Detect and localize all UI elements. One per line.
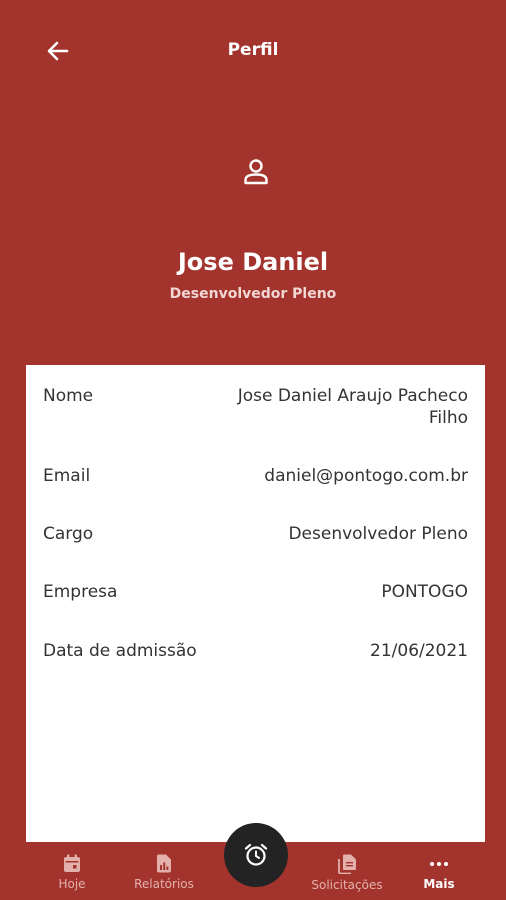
calendar-icon bbox=[64, 854, 80, 872]
detail-row-email: Email daniel@pontogo.com.br bbox=[43, 465, 468, 487]
documents-icon bbox=[337, 854, 356, 874]
detail-row-data-admissao: Data de admissão 21/06/2021 bbox=[43, 640, 468, 662]
detail-label: Cargo bbox=[43, 524, 94, 544]
avatar bbox=[240, 156, 272, 188]
detail-label: Empresa bbox=[43, 582, 118, 602]
detail-label: Email bbox=[43, 466, 91, 486]
detail-value: Jose Daniel Araujo Pacheco Filho bbox=[237, 386, 468, 428]
profile-name: Jose Daniel bbox=[177, 248, 329, 276]
nav-label: Solicitações bbox=[311, 878, 383, 892]
nav-item-mais[interactable]: Mais bbox=[394, 854, 484, 898]
detail-row-cargo: Cargo Desenvolvedor Pleno bbox=[43, 523, 468, 545]
detail-row-nome: Nome Jose Daniel Araujo Pacheco Filho bbox=[43, 385, 468, 429]
detail-label: Nome bbox=[43, 386, 94, 406]
nav-label: Hoje bbox=[58, 877, 86, 891]
report-icon bbox=[157, 854, 171, 873]
nav-label: Mais bbox=[423, 877, 455, 891]
detail-label: Data de admissão bbox=[43, 641, 197, 661]
nav-label: Relatórios bbox=[134, 877, 194, 891]
more-icon bbox=[430, 862, 448, 866]
page-title: Perfil bbox=[227, 40, 279, 60]
detail-value: daniel@pontogo.com.br bbox=[264, 466, 468, 486]
detail-row-empresa: Empresa PONTOGO bbox=[43, 581, 468, 603]
detail-value: 21/06/2021 bbox=[370, 641, 468, 661]
nav-item-relatorios[interactable]: Relatórios bbox=[119, 854, 209, 898]
person-icon bbox=[244, 159, 268, 185]
nav-item-hoje[interactable]: Hoje bbox=[27, 854, 117, 898]
app-bar: Perfil bbox=[0, 0, 506, 100]
detail-value: Desenvolvedor Pleno bbox=[288, 524, 468, 544]
clock-in-fab[interactable] bbox=[224, 823, 288, 887]
detail-value: PONTOGO bbox=[381, 582, 468, 602]
profile-role: Desenvolvedor Pleno bbox=[169, 286, 337, 302]
profile-details-card: Nome Jose Daniel Araujo Pacheco Filho Em… bbox=[26, 365, 485, 843]
alarm-clock-icon bbox=[244, 843, 268, 866]
nav-item-solicitacoes[interactable]: Solicitações bbox=[302, 854, 392, 898]
